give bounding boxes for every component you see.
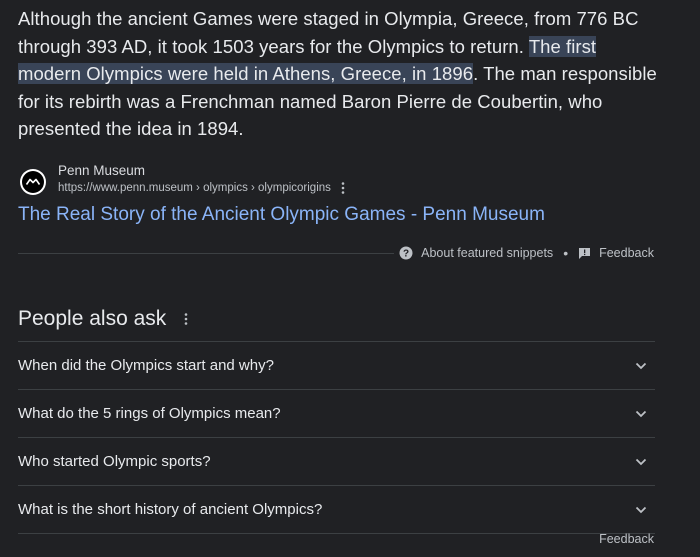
help-circle-icon: ? bbox=[399, 246, 413, 260]
people-also-ask-list: When did the Olympics start and why? Wha… bbox=[18, 341, 655, 534]
paa-question-2[interactable]: What do the 5 rings of Olympics mean? bbox=[18, 389, 655, 437]
chevron-down-icon[interactable] bbox=[629, 498, 653, 522]
paa-question-4[interactable]: What is the short history of ancient Oly… bbox=[18, 485, 655, 534]
paa-question-text: What do the 5 rings of Olympics mean? bbox=[18, 405, 281, 422]
snippet-feedback-label: Feedback bbox=[599, 246, 654, 260]
paa-feedback-link[interactable]: Feedback bbox=[599, 532, 654, 546]
chevron-down-icon[interactable] bbox=[629, 354, 653, 378]
people-also-ask-title: People also ask bbox=[18, 307, 167, 330]
penn-museum-logo-icon bbox=[20, 169, 46, 195]
paa-question-1[interactable]: When did the Olympics start and why? bbox=[18, 341, 655, 389]
snippet-feedback-link[interactable]: Feedback bbox=[578, 246, 654, 260]
source-site-name: Penn Museum bbox=[58, 163, 146, 178]
paa-question-text: Who started Olympic sports? bbox=[18, 453, 211, 470]
chevron-down-icon[interactable] bbox=[629, 450, 653, 474]
footer-bullet: • bbox=[563, 245, 569, 261]
search-results-page: Although the ancient Games were staged i… bbox=[0, 0, 700, 557]
source-url: https://www.penn.museum › olympics › oly… bbox=[58, 182, 345, 194]
paa-question-text: When did the Olympics start and why? bbox=[18, 357, 274, 374]
snippet-footer: ? About featured snippets • Feedback bbox=[399, 245, 654, 261]
about-featured-snippets-link[interactable]: ? About featured snippets bbox=[399, 246, 553, 260]
paa-question-text: What is the short history of ancient Oly… bbox=[18, 501, 323, 518]
source-url-text: https://www.penn.museum › olympics › oly… bbox=[58, 182, 331, 194]
about-featured-snippets-label: About featured snippets bbox=[421, 246, 554, 260]
snippet-divider-left bbox=[18, 253, 394, 254]
chevron-down-icon[interactable] bbox=[629, 402, 653, 426]
people-also-ask-heading: People also ask bbox=[18, 307, 188, 331]
vertical-dots-icon[interactable] bbox=[184, 313, 188, 325]
featured-snippet-text: Although the ancient Games were staged i… bbox=[18, 5, 658, 143]
result-title-link[interactable]: The Real Story of the Ancient Olympic Ga… bbox=[18, 204, 545, 226]
paa-question-3[interactable]: Who started Olympic sports? bbox=[18, 437, 655, 485]
feedback-flag-icon bbox=[579, 247, 591, 259]
vertical-dots-icon[interactable] bbox=[341, 182, 345, 194]
svg-text:?: ? bbox=[403, 248, 409, 259]
